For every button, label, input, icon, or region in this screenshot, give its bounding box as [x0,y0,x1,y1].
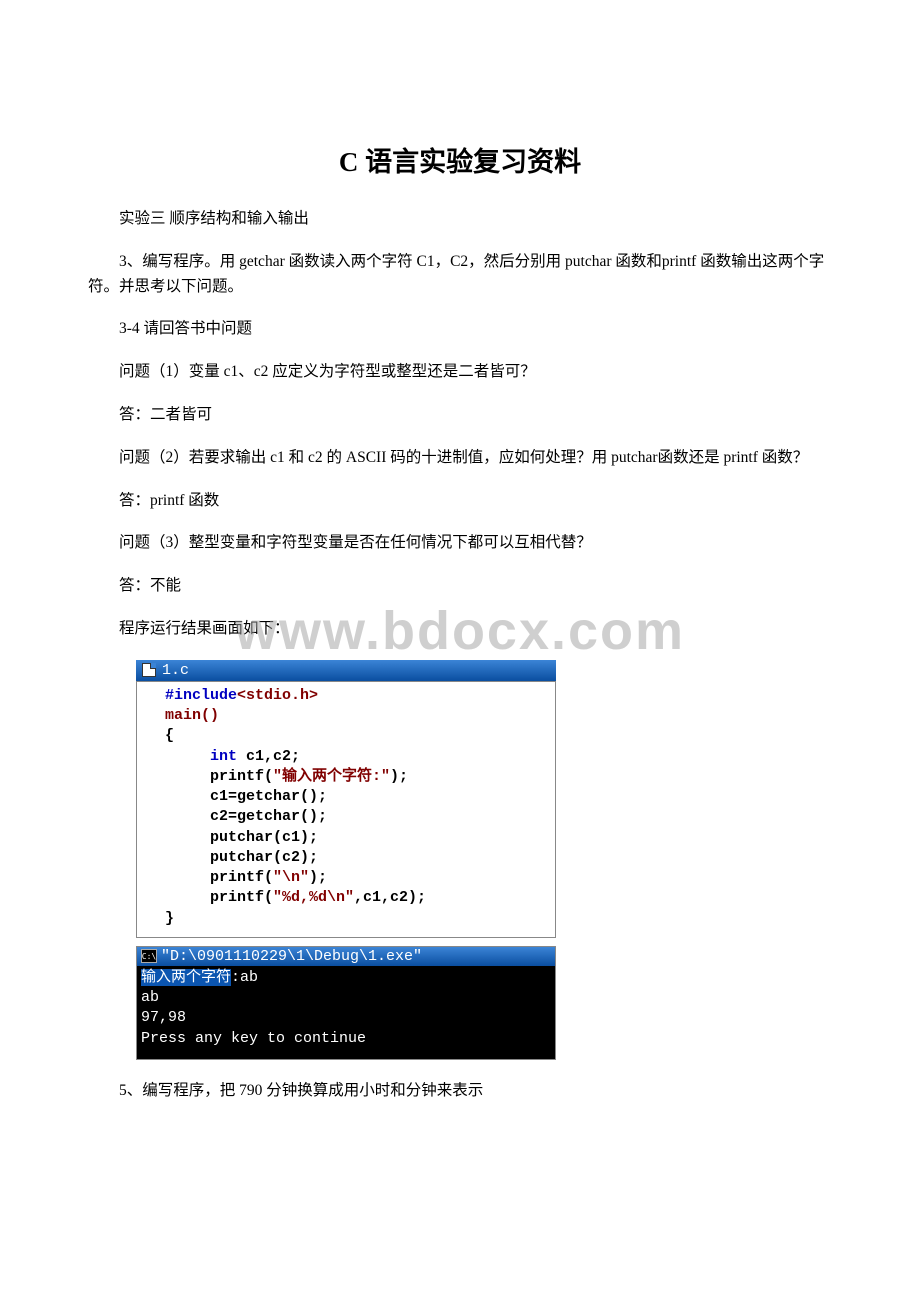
code-l9: putchar(c2); [165,849,318,866]
code-filename: 1.c [162,662,189,679]
code-titlebar: 1.c [136,660,556,681]
answer-1: 答：二者皆可 [88,403,832,428]
question-5: 5、编写程序，把 790 分钟换算成用小时和分钟来表示 [88,1078,832,1100]
console-title-text: "D:\0901110229\1\Debug\1.exe" [161,948,422,965]
answer-2: 答：printf 函数 [88,489,832,514]
console-titlebar: C:\ "D:\0901110229\1\Debug\1.exe" [137,947,555,966]
code-l11c: ,c1,c2); [354,889,426,906]
answer-3: 答：不能 [88,574,832,599]
heading-exp3: 实验三 顺序结构和输入输出 [88,207,832,232]
question-3: 3、编写程序。用 getchar 函数读入两个字符 C1，C2，然后分别用 pu… [88,250,832,300]
code-l5b: "输入两个字符:" [273,768,390,785]
question-2: 问题（2）若要求输出 c1 和 c2 的 ASCII 码的十进制值，应如何处理？… [88,446,832,471]
page-title: C 语言实验复习资料 [88,140,832,179]
console-l4: Press any key to continue [141,1030,366,1047]
code-l1b: <stdio.h> [237,687,318,704]
code-l1a: #include [165,687,237,704]
console-l1-hl: 输入两个字符 [141,969,231,986]
code-l10a: printf( [165,869,273,886]
code-l4b: c1,c2; [237,748,300,765]
code-l5c: ); [390,768,408,785]
console-body: 输入两个字符:ab ab 97,98 Press any key to cont… [137,966,555,1059]
code-l3: { [165,727,174,744]
code-l10c: ); [309,869,327,886]
code-body: #include<stdio.h> main() { int c1,c2; pr… [136,681,556,938]
code-l7: c2=getchar(); [165,808,327,825]
code-l10b: "\n" [273,869,309,886]
code-l6: c1=getchar(); [165,788,327,805]
cmd-icon: C:\ [141,949,157,963]
console-window: C:\ "D:\0901110229\1\Debug\1.exe" 输入两个字符… [136,946,556,1060]
console-l1-rest: :ab [231,969,258,986]
code-l11a: printf( [165,889,273,906]
code-l11b: "%d,%d\n" [273,889,354,906]
console-l2: ab [141,989,159,1006]
result-caption: 程序运行结果画面如下： [88,617,832,642]
code-l5a: printf( [165,768,273,785]
question-1: 问题（1）变量 c1、c2 应定义为字符型或整型还是二者皆可？ [88,360,832,385]
code-l8: putchar(c1); [165,829,318,846]
question-3b: 问题（3）整型变量和字符型变量是否在任何情况下都可以互相代替？ [88,531,832,556]
console-l3: 97,98 [141,1009,186,1026]
subheading-3-4: 3-4 请回答书中问题 [88,317,832,342]
code-l2: main() [165,707,219,724]
code-l12: } [165,910,174,927]
code-editor-window: 1.c #include<stdio.h> main() { int c1,c2… [136,660,556,1060]
file-icon [142,663,156,677]
code-l4a: int [165,748,237,765]
